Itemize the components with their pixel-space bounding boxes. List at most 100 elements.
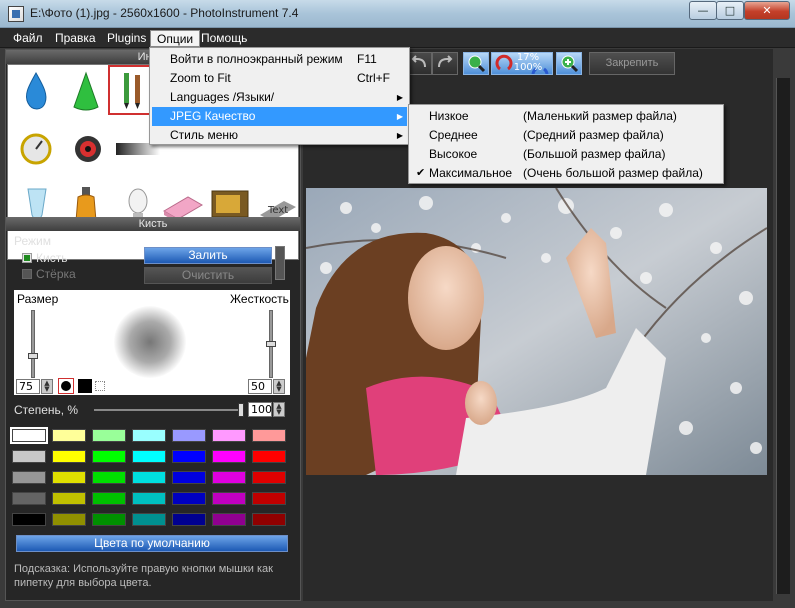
color-swatch[interactable]	[252, 492, 286, 505]
color-swatch[interactable]	[172, 492, 206, 505]
color-swatch[interactable]	[92, 492, 126, 505]
menu-options[interactable]: Опции	[150, 30, 201, 47]
color-swatch[interactable]	[132, 513, 166, 526]
color-swatch[interactable]	[212, 492, 246, 505]
color-swatch[interactable]	[252, 513, 286, 526]
submenu-arrow-icon: ▶	[396, 93, 403, 102]
color-swatch[interactable]	[252, 471, 286, 484]
round-shape-icon	[61, 381, 71, 391]
redo-icon	[438, 55, 453, 68]
zoom-fit-label: Zoom to Fit	[170, 71, 231, 85]
jpeg-low[interactable]: Низкое (Маленький размер файла)	[411, 107, 721, 126]
square-brush-shape[interactable]	[78, 379, 92, 393]
title-bar[interactable]: E:\Фото (1).jpg - 2560x1600 - PhotoInstr…	[0, 0, 795, 28]
color-swatch[interactable]	[12, 450, 46, 463]
opacity-label: Степень, %	[14, 403, 79, 417]
color-swatch[interactable]	[172, 513, 206, 526]
color-swatch[interactable]	[12, 492, 46, 505]
size-spinner[interactable]: ▲ ▼	[41, 379, 53, 394]
color-swatch[interactable]	[52, 429, 86, 442]
redo-button[interactable]	[432, 52, 458, 75]
zoom-out-button[interactable]	[463, 52, 489, 75]
color-swatch[interactable]	[172, 471, 206, 484]
color-swatch[interactable]	[132, 429, 166, 442]
mode-scrollbar[interactable]	[275, 246, 285, 280]
menu-item-menu-style[interactable]: Стиль меню ▶	[152, 126, 407, 145]
color-swatch[interactable]	[12, 471, 46, 484]
color-swatch[interactable]	[92, 429, 126, 442]
magnifier-minus-icon	[468, 55, 486, 73]
default-colors-button[interactable]: Цвета по умолчанию	[16, 535, 288, 552]
color-swatch[interactable]	[172, 450, 206, 463]
menu-item-fullscreen[interactable]: Войти в полноэкранный режим F11	[152, 50, 407, 69]
menu-edit[interactable]: Правка	[49, 30, 102, 47]
fill-button[interactable]: Залить	[144, 247, 272, 264]
jpeg-medium[interactable]: Среднее (Средний размер файла)	[411, 126, 721, 145]
menu-item-jpeg-quality[interactable]: JPEG Качество ▶	[152, 107, 407, 126]
eraser-mode-label: Стёрка	[36, 267, 76, 281]
menu-help[interactable]: Помощь	[195, 30, 253, 47]
hardness-slider-thumb[interactable]	[266, 341, 276, 347]
zoom-fit-shortcut: Ctrl+F	[357, 71, 390, 85]
zoom-in-button[interactable]	[556, 52, 582, 75]
redeye-tool[interactable]	[66, 127, 110, 171]
opacity-slider-thumb[interactable]	[238, 403, 244, 417]
submenu-arrow-icon: ▶	[396, 131, 403, 140]
languages-label: Languages /Языки/	[170, 90, 275, 104]
options-menu: Войти в полноэкранный режим F11 Zoom to …	[149, 47, 410, 145]
round-brush-shape[interactable]	[58, 378, 74, 394]
jpeg-maximum[interactable]: ✔ Максимальное (Очень большой размер фай…	[411, 164, 721, 183]
color-swatch[interactable]	[52, 492, 86, 505]
minimize-button[interactable]: —	[689, 1, 717, 20]
color-swatch[interactable]	[52, 471, 86, 484]
pin-button[interactable]: Закрепить	[589, 52, 675, 75]
color-swatch[interactable]	[92, 513, 126, 526]
maximize-button[interactable]: □	[716, 1, 744, 20]
menu-item-languages[interactable]: Languages /Языки/ ▶	[152, 88, 407, 107]
menu-file[interactable]: Файл	[7, 30, 49, 47]
hardness-spinner[interactable]: ▲ ▼	[273, 379, 285, 394]
color-swatch[interactable]	[12, 513, 46, 526]
color-swatch[interactable]	[212, 471, 246, 484]
menu-item-zoom-fit[interactable]: Zoom to Fit Ctrl+F	[152, 69, 407, 88]
color-swatch[interactable]	[10, 427, 48, 444]
drop-tool[interactable]	[14, 69, 58, 113]
magnifier-plus-icon	[561, 55, 579, 73]
color-swatch[interactable]	[252, 450, 286, 463]
cone-tool[interactable]	[64, 69, 108, 113]
opacity-input[interactable]: 100	[248, 402, 272, 417]
jpeg-high[interactable]: Высокое (Большой размер файла)	[411, 145, 721, 164]
color-swatch[interactable]	[132, 471, 166, 484]
color-swatch[interactable]	[92, 471, 126, 484]
color-swatch[interactable]	[212, 513, 246, 526]
size-slider[interactable]	[28, 310, 38, 378]
eraser-mode-checkbox[interactable]	[22, 269, 32, 279]
size-input[interactable]: 75	[16, 379, 40, 394]
size-slider-thumb[interactable]	[28, 353, 38, 359]
color-swatch[interactable]	[212, 429, 246, 442]
opacity-slider[interactable]	[94, 409, 244, 411]
photo-canvas[interactable]	[306, 188, 767, 475]
color-swatch[interactable]	[212, 450, 246, 463]
vertical-scrollbar[interactable]	[776, 78, 790, 594]
hardness-slider[interactable]	[266, 310, 276, 378]
color-swatch[interactable]	[52, 450, 86, 463]
opacity-spinner[interactable]: ▲ ▼	[273, 402, 285, 417]
close-button[interactable]: ✕	[744, 1, 790, 20]
fullscreen-shortcut: F11	[357, 52, 377, 66]
color-swatch[interactable]	[252, 429, 286, 442]
brush-mode-checkbox[interactable]	[22, 253, 32, 263]
color-swatch[interactable]	[172, 429, 206, 442]
hardness-input[interactable]: 50	[248, 379, 272, 394]
fullscreen-label: Войти в полноэкранный режим	[170, 52, 343, 66]
menu-style-label: Стиль меню	[170, 128, 239, 142]
menu-bar: Файл Правка Plugins Опции Помощь	[0, 28, 795, 48]
clear-button[interactable]: Очистить	[144, 267, 272, 284]
color-swatch[interactable]	[132, 492, 166, 505]
dotted-brush-shape[interactable]	[95, 381, 105, 391]
color-swatch[interactable]	[132, 450, 166, 463]
menu-plugins[interactable]: Plugins	[101, 30, 152, 47]
color-swatch[interactable]	[92, 450, 126, 463]
color-swatch[interactable]	[52, 513, 86, 526]
stamp-tool[interactable]	[16, 127, 60, 171]
